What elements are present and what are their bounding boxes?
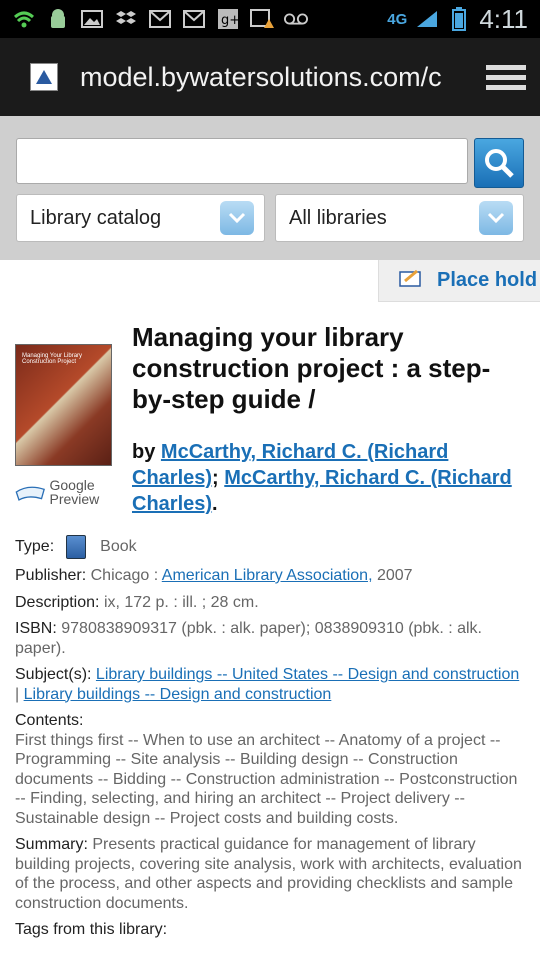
search-button[interactable]	[474, 138, 524, 188]
network-type: 4G	[387, 10, 408, 28]
subjects-field: Subject(s): Library buildings -- United …	[15, 665, 525, 704]
notification-icons: g+	[12, 8, 387, 30]
browser-menu-icon[interactable]	[486, 60, 526, 94]
record-title: Managing your library construction proje…	[132, 322, 491, 414]
wifi-icon	[12, 8, 36, 30]
search-scope-value: Library catalog	[30, 206, 162, 229]
summary-label: Summary:	[15, 836, 88, 853]
site-favicon-icon	[30, 63, 58, 91]
svg-text:g+: g+	[221, 13, 239, 28]
subject-separator: |	[15, 685, 20, 703]
publisher-label: Publisher:	[15, 567, 87, 584]
gplus-icon: g+	[216, 8, 240, 30]
clock: 4:11	[479, 3, 528, 34]
record-fields: Type: Book Publisher: Chicago : American…	[15, 535, 525, 940]
publisher-field: Publisher: Chicago : American Library As…	[15, 566, 525, 586]
image-icon	[80, 8, 104, 30]
cover-title: Managing Your Library Construction Proje…	[22, 353, 83, 365]
description-field: Description: ix, 172 p. : ill. ; 28 cm.	[15, 593, 525, 613]
description-label: Description:	[15, 593, 100, 611]
isbn-label: ISBN:	[15, 620, 57, 637]
signal-icon	[415, 8, 439, 30]
book-icon	[66, 535, 87, 559]
search-scope-select[interactable]: Library catalog	[16, 194, 265, 242]
google-preview-button[interactable]: Google Preview	[15, 478, 115, 506]
book-cover[interactable]: Managing Your Library Construction Proje…	[15, 344, 112, 466]
android-icon	[46, 8, 70, 30]
type-value: Book	[100, 538, 137, 556]
by-prefix: by	[132, 441, 156, 463]
search-icon	[485, 149, 514, 178]
url-text[interactable]: model.bywatersolutions.com/c	[80, 62, 486, 93]
subjects-label: Subject(s):	[15, 666, 92, 683]
battery-icon	[447, 7, 471, 31]
contents-value: First things first -- When to use an arc…	[15, 731, 518, 827]
summary-field: Summary: Presents practical guidance for…	[15, 835, 525, 913]
voicemail-icon	[284, 8, 308, 30]
contents-label: Contents:	[15, 712, 84, 729]
library-select[interactable]: All libraries	[275, 194, 524, 242]
chevron-down-icon	[220, 201, 254, 235]
library-value: All libraries	[289, 206, 387, 229]
chevron-down-icon	[479, 201, 513, 235]
subject-link[interactable]: Library buildings -- Design and construc…	[24, 686, 332, 703]
contents-field: Contents: First things first -- When to …	[15, 711, 525, 828]
gmail-icon	[148, 8, 172, 30]
browser-url-bar: model.bywatersolutions.com/c	[0, 38, 540, 116]
dropbox-icon	[114, 8, 138, 30]
isbn-value: 9780838909317 (pbk. : alk. paper); 08389…	[15, 620, 482, 657]
type-field: Type: Book	[15, 535, 525, 559]
google-preview-label: Google Preview	[49, 477, 100, 507]
tags-field: Tags from this library:	[15, 920, 525, 940]
byline: by McCarthy, Richard C. (Richard Charles…	[132, 439, 525, 517]
summary-value: Presents practical guidance for manageme…	[15, 836, 522, 912]
hold-icon	[399, 269, 423, 292]
record-actions: Place hold	[0, 260, 540, 310]
book-preview-icon	[15, 486, 45, 501]
tags-label: Tags from this library:	[15, 921, 168, 938]
publisher-year: 2007	[376, 567, 413, 584]
gmail-icon	[182, 8, 206, 30]
place-hold-label: Place hold	[437, 269, 538, 291]
publisher-place: Chicago :	[90, 567, 159, 584]
place-hold-button[interactable]: Place hold	[378, 260, 540, 302]
description-value: ix, 172 p. : ill. ; 28 cm.	[103, 593, 259, 611]
subject-link[interactable]: Library buildings -- United States -- De…	[96, 666, 519, 683]
record-detail: Managing Your Library Construction Proje…	[0, 310, 540, 940]
status-bar: g+ 4G 4:11	[0, 0, 540, 38]
publisher-link[interactable]: American Library Association,	[162, 567, 373, 584]
isbn-field: ISBN: 9780838909317 (pbk. : alk. paper);…	[15, 619, 525, 658]
byline-end: .	[212, 493, 218, 515]
search-input[interactable]	[16, 138, 468, 184]
author-separator: ;	[212, 467, 219, 489]
type-label: Type:	[15, 538, 55, 556]
media-warning-icon	[250, 8, 274, 30]
search-panel: Library catalog All libraries	[0, 116, 540, 260]
